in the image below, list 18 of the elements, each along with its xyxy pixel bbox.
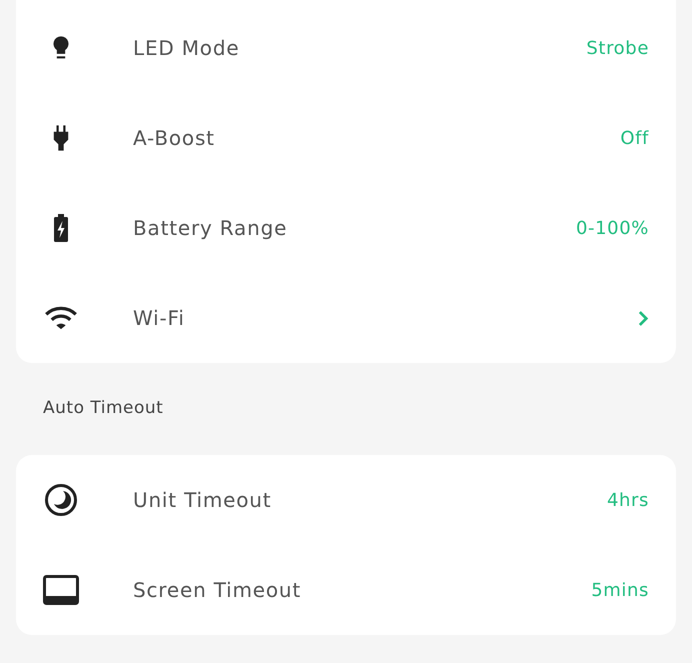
- plug-icon: [52, 124, 70, 152]
- setting-value: 0-100%: [576, 218, 649, 238]
- row-label: A-Boost: [133, 126, 216, 150]
- battery-charging-icon: [53, 213, 69, 243]
- setting-value: Off: [620, 128, 649, 148]
- section-header: Auto Timeout: [42, 397, 164, 420]
- setting-value: 4hrs: [606, 490, 649, 510]
- row-label: Battery Range: [133, 216, 288, 240]
- setting-value: 5mins: [591, 580, 649, 600]
- chevron-right-icon[interactable]: [638, 310, 649, 326]
- setting-value: Strobe: [586, 38, 649, 58]
- row-label: Screen Timeout: [133, 578, 302, 602]
- screen-icon: [43, 575, 79, 605]
- row-label: Unit Timeout: [133, 488, 272, 512]
- row-label: LED Mode: [133, 36, 240, 60]
- timer-icon: [44, 483, 78, 517]
- row-label: Wi-Fi: [133, 306, 186, 330]
- wifi-icon: [44, 306, 78, 330]
